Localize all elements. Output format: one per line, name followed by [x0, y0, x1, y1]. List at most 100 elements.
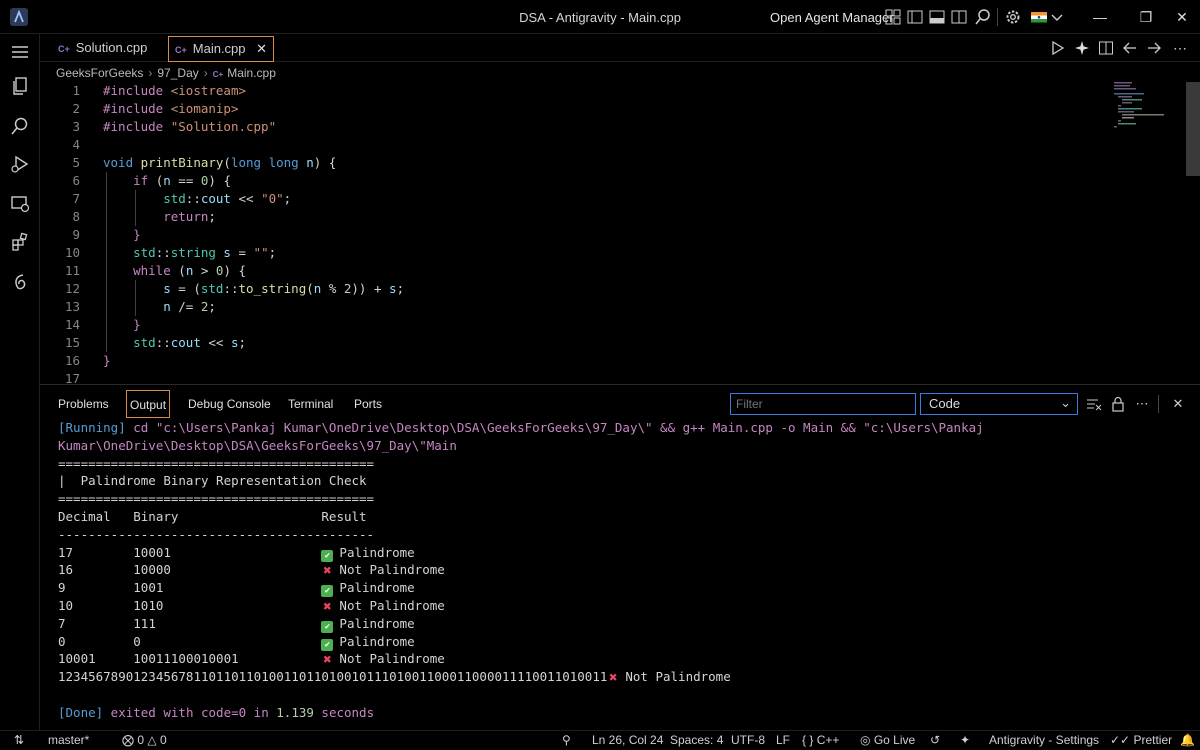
sparkle-agent-icon[interactable]: [1074, 40, 1090, 56]
check-icon: ✔: [321, 549, 334, 562]
extensions-icon[interactable]: [10, 232, 30, 252]
go-forward-arrow-icon[interactable]: [1146, 40, 1162, 56]
bottom-panel: Problems Output Debug Console Terminal P…: [40, 384, 1200, 730]
agent-icon[interactable]: [10, 272, 30, 292]
sparkle-icon[interactable]: ✦: [960, 731, 970, 750]
tab-output[interactable]: Output: [126, 390, 171, 418]
language-mode[interactable]: { } C++: [802, 731, 839, 750]
prettier-label: Prettier: [1133, 733, 1173, 747]
output-row: 7 111 ✔ Palindrome: [58, 615, 1178, 633]
broadcast-icon: ◎: [860, 733, 871, 747]
tab-ports[interactable]: Ports: [354, 390, 382, 418]
branch-indicator[interactable]: master*: [48, 731, 89, 750]
command-text: Kumar\OneDrive\Desktop\DSA\GeeksForGeeks…: [58, 437, 457, 453]
toggle-panel-icon[interactable]: [928, 8, 946, 26]
output-rule: ----------------------------------------…: [58, 526, 375, 542]
row-result: Not Palindrome: [339, 597, 445, 613]
output-heading: | Palindrome Binary Representation Check: [58, 473, 367, 489]
branch-name: master*: [48, 733, 90, 747]
title-bar: DSA - Antigravity - Main.cpp Open Agent …: [0, 0, 1200, 34]
output-filter-input[interactable]: [730, 393, 916, 415]
remote-explorer-icon[interactable]: [10, 194, 30, 214]
prettier-status[interactable]: ✓✓ Prettier: [1110, 731, 1172, 750]
tab-debug-console[interactable]: Debug Console: [188, 390, 271, 418]
close-window-icon[interactable]: ✕: [1172, 7, 1192, 27]
tab-label: Main.cpp: [192, 41, 246, 56]
run-file-icon[interactable]: [1050, 40, 1066, 56]
row-binary: 111: [133, 615, 322, 631]
tab-terminal[interactable]: Terminal: [288, 390, 333, 418]
more-actions-icon[interactable]: ⋯: [1172, 40, 1188, 56]
notifications-icon[interactable]: 🔔: [1180, 731, 1195, 750]
titlebar-divider: [997, 8, 998, 26]
restore-icon[interactable]: ❐: [1136, 7, 1156, 27]
breadcrumb-item[interactable]: 97_Day: [157, 66, 198, 80]
row-decimal: 7: [58, 615, 134, 631]
toggle-secondary-sidebar-icon[interactable]: [950, 8, 968, 26]
cross-icon: ✖: [323, 652, 332, 669]
problems-indicator[interactable]: ⨂ 0 △ 0: [122, 731, 167, 750]
output-row: 1234567890123456781101101101001101101001…: [58, 668, 1178, 686]
status-bar: ⇅ master* ⨂ 0 △ 0 ⚲ Ln 26, Col 24 Spaces…: [0, 730, 1200, 750]
close-panel-icon[interactable]: ✕: [1170, 396, 1186, 412]
error-icon: ⨂: [122, 733, 134, 747]
output-row: 9 1001 ✔ Palindrome: [58, 579, 1178, 598]
close-tab-icon[interactable]: ✕: [256, 37, 267, 61]
minimap[interactable]: [1114, 82, 1174, 132]
layout-grid-icon[interactable]: [884, 8, 902, 26]
menu-icon[interactable]: [10, 42, 30, 62]
cross-icon: ✖: [323, 598, 332, 615]
history-icon[interactable]: ↺: [930, 731, 940, 750]
chevron-right-icon: ›: [148, 66, 153, 80]
go-live-button[interactable]: ◎ Go Live: [860, 731, 915, 750]
output-row: 16 10000 ✖ Not Palindrome: [58, 561, 1178, 579]
account-avatar-icon[interactable]: [1030, 8, 1048, 26]
row-result: Palindrome: [339, 633, 415, 649]
zoom-icon[interactable]: ⚲: [562, 731, 571, 750]
exit-code: code=0: [201, 704, 247, 720]
indentation[interactable]: Spaces: 4: [670, 731, 723, 750]
line-endings[interactable]: LF: [776, 731, 790, 750]
antigravity-settings[interactable]: Antigravity - Settings: [989, 731, 1099, 750]
cpp-file-icon: C+: [58, 44, 70, 54]
chevron-down-icon[interactable]: [1048, 8, 1066, 26]
clear-output-icon[interactable]: [1086, 396, 1102, 412]
go-back-arrow-icon[interactable]: [1122, 40, 1138, 56]
code-editor[interactable]: 1 #include <iostream> 2 #include <iomanip>…: [40, 82, 1200, 386]
lock-scroll-icon[interactable]: [1110, 396, 1126, 412]
toggle-primary-sidebar-icon[interactable]: [906, 8, 924, 26]
explorer-files-icon[interactable]: [10, 76, 30, 96]
encoding[interactable]: UTF-8: [731, 731, 765, 750]
search-icon[interactable]: [974, 8, 992, 26]
output-channel-select[interactable]: Code ⌄: [920, 393, 1078, 415]
row-result: Not Palindrome: [625, 669, 731, 685]
more-actions-icon[interactable]: ⋯: [1134, 396, 1150, 412]
breadcrumb-item[interactable]: GeeksForGeeks: [56, 66, 143, 80]
cpp-file-icon: C+: [212, 70, 224, 79]
search-icon[interactable]: [10, 116, 30, 136]
open-agent-manager-button[interactable]: Open Agent Manager: [770, 10, 894, 25]
warning-count: 0: [159, 733, 167, 747]
cursor-position[interactable]: Ln 26, Col 24: [592, 731, 663, 750]
remote-indicator-icon[interactable]: ⇅: [14, 731, 24, 750]
output-command-line: [Running] cd "c:\Users\Pankaj Kumar\OneD…: [58, 419, 1178, 437]
tab-solution-cpp[interactable]: C+ Solution.cpp: [48, 36, 157, 62]
output-row: 10001 10011100010001 ✖ Not Palindrome: [58, 650, 1178, 668]
chevron-right-icon: ›: [203, 66, 208, 80]
breadcrumb-item[interactable]: Main.cpp: [227, 66, 276, 80]
output-channel-value: Code: [929, 396, 961, 411]
tab-problems[interactable]: Problems: [58, 390, 109, 418]
antigravity-logo-icon[interactable]: [10, 8, 28, 26]
run-debug-icon[interactable]: [10, 154, 30, 174]
split-editor-icon[interactable]: [1098, 40, 1114, 56]
row-decimal: 17: [58, 544, 134, 560]
row-result: Not Palindrome: [339, 562, 445, 578]
editor-scrollbar[interactable]: [1186, 82, 1200, 176]
row-result: Palindrome: [339, 615, 415, 631]
output-blank: [58, 686, 1178, 704]
tab-main-cpp[interactable]: C+ Main.cpp ✕: [168, 36, 274, 62]
output-log[interactable]: [Running] cd "c:\Users\Pankaj Kumar\OneD…: [58, 419, 1178, 722]
minimize-icon[interactable]: —: [1090, 7, 1110, 27]
cross-icon: ✖: [609, 670, 618, 687]
gear-icon[interactable]: [1004, 8, 1022, 26]
